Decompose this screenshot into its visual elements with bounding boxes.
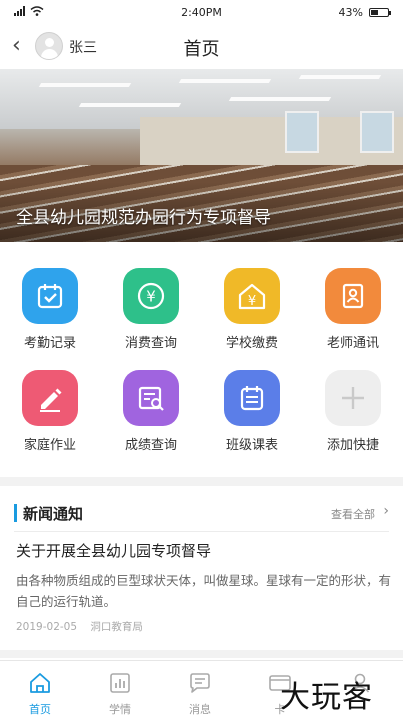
news-article-date: 2019-02-05 — [16, 621, 78, 633]
shortcut-homework[interactable]: 家庭作业 — [0, 366, 100, 462]
news-article-summary[interactable]: 由各种物质组成的巨型球状天体，叫做星球。星球有一定的形状，有自己的运行轨道。 — [16, 570, 391, 612]
shortcut-label: 家庭作业 — [23, 438, 76, 453]
shortcut-label: 班级课表 — [225, 438, 278, 453]
shortcut-label: 老师通讯 — [326, 336, 379, 351]
report-search-icon — [123, 370, 179, 426]
news-section-title: 新闻通知 — [23, 505, 84, 523]
news-article-title[interactable]: 关于开展全县幼儿园专项督导 — [16, 540, 211, 561]
shortcut-label: 成绩查询 — [124, 438, 177, 453]
chart-icon — [110, 673, 130, 693]
school-payment-icon: ¥ — [224, 268, 280, 324]
shortcut-consumption[interactable]: ¥ 消费查询 — [101, 264, 201, 360]
battery-icon — [369, 8, 391, 17]
shortcut-label: 考勤记录 — [23, 336, 76, 351]
section-accent-bar — [14, 504, 17, 522]
tab-label: 消息 — [189, 703, 211, 716]
top-header: ‹ 张三 首页 — [0, 26, 403, 68]
watermark-logo: 大玩客 — [280, 680, 373, 715]
tab-learning[interactable]: 学情 — [80, 661, 160, 720]
schedule-icon — [224, 370, 280, 426]
news-article-source: 洞口教育局 — [90, 621, 143, 633]
shortcut-teacher-contacts[interactable]: 老师通讯 — [303, 264, 403, 360]
section-divider — [0, 477, 403, 486]
shortcut-class-schedule[interactable]: 班级课表 — [202, 366, 302, 462]
shortcut-school-payment[interactable]: ¥ 学校缴费 — [202, 264, 302, 360]
page-title: 首页 — [183, 39, 220, 60]
yuan-coin-icon: ¥ — [123, 268, 179, 324]
section-divider — [0, 650, 403, 658]
news-section-header: 新闻通知 查看全部 › — [0, 497, 403, 529]
battery-percent: 43% — [338, 6, 363, 19]
tab-label: 首页 — [29, 703, 51, 716]
status-bar: 2:40PM 43% — [0, 0, 403, 24]
home-icon — [30, 673, 50, 693]
banner-caption: 全县幼儿园规范办园行为专项督导 — [16, 208, 271, 228]
shortcut-label: 添加快捷 — [326, 438, 379, 453]
shortcut-attendance[interactable]: 考勤记录 — [0, 264, 100, 360]
chevron-right-icon[interactable]: › — [383, 503, 389, 519]
shortcut-label: 学校缴费 — [225, 336, 278, 351]
tab-label: 学情 — [109, 703, 131, 716]
svg-text:¥: ¥ — [146, 288, 156, 306]
tab-messages[interactable]: 消息 — [160, 661, 240, 720]
calendar-check-icon — [22, 268, 78, 324]
shortcut-label: 消费查询 — [124, 336, 177, 351]
banner-carousel[interactable]: 全县幼儿园规范办园行为专项督导 — [0, 69, 403, 242]
shortcut-grades[interactable]: 成绩查询 — [101, 366, 201, 462]
shortcut-add[interactable]: 添加快捷 — [303, 366, 403, 462]
news-separator — [14, 531, 389, 532]
tab-home[interactable]: 首页 — [0, 661, 80, 720]
contact-book-icon — [325, 268, 381, 324]
pencil-icon — [22, 370, 78, 426]
news-article-meta: 2019-02-05 洞口教育局 — [16, 619, 153, 634]
view-all-link[interactable]: 查看全部 — [331, 506, 375, 522]
message-icon — [190, 673, 210, 693]
svg-text:¥: ¥ — [248, 294, 256, 309]
plus-icon — [325, 370, 381, 426]
